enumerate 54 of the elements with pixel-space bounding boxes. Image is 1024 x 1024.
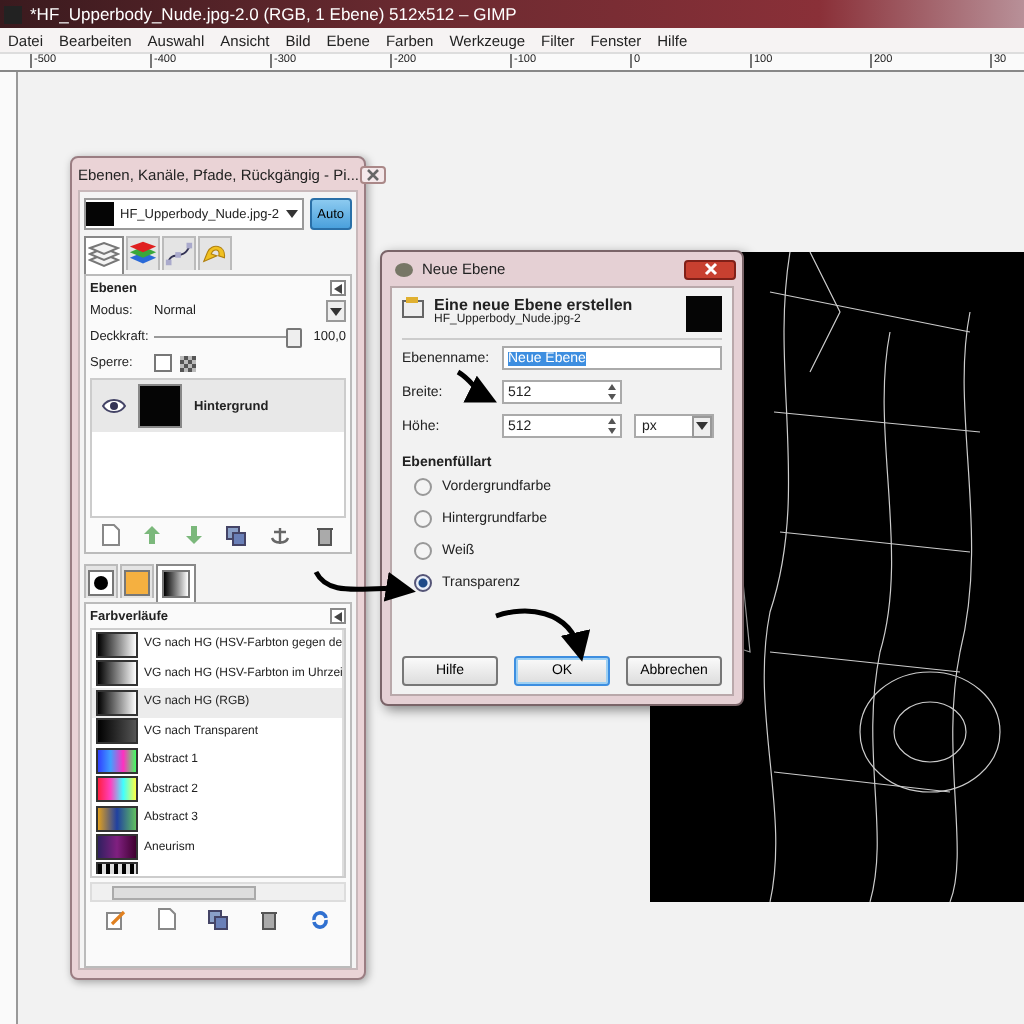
close-icon [365,167,380,181]
triangle-icon [334,283,342,293]
image-thumbnail [86,202,114,226]
panel-menu-button[interactable] [330,280,346,296]
channels-icon [128,240,158,268]
vertical-scrollbar[interactable] [342,630,344,876]
alpha-lock-icon [180,355,196,371]
gradient-icon [162,570,190,598]
annotation-arrow [456,369,497,403]
gradient-swatch [96,805,138,832]
spin-arrows-icon [608,384,616,400]
close-icon [703,262,717,276]
new-layer-icon [402,296,426,318]
caret-icon [285,210,298,218]
trash-icon[interactable] [315,525,334,545]
refresh-icon[interactable] [310,909,330,929]
gradient-swatch [96,834,138,861]
gradient-swatch [96,776,138,803]
horizontal-scrollbar[interactable] [90,882,346,902]
gradient-swatch [96,660,138,687]
layer-thumbnail [138,384,182,428]
new-document-icon[interactable] [158,908,176,930]
caret-icon [696,422,708,430]
window-title: *HF_Upperbody_Nude.jpg-2.0 (RGB, 1 Ebene) 512x512 – GIMP [30,4,517,24]
dock-tab[interactable] [156,564,196,602]
layers-icon [88,242,120,270]
trash-icon[interactable] [260,909,278,929]
gradient-swatch [96,631,138,658]
close-button[interactable] [684,259,736,279]
lock-checkbox[interactable] [154,354,172,372]
brush-dot-icon [88,569,114,595]
caret-icon [330,307,342,315]
app-icon [4,5,22,23]
dialog-heading: Eine neue Ebene erstellen [434,296,635,314]
dock-tab[interactable] [84,564,118,598]
anchor-icon[interactable] [270,525,291,545]
annotation-arrow [495,608,589,662]
duplicate-icon[interactable] [208,909,228,929]
annotation-arrow [313,570,416,603]
undo-icon [200,240,230,268]
gradient-swatch [96,689,138,716]
image-thumbnail [686,296,722,332]
close-button[interactable] [359,165,386,183]
duplicate-icon[interactable] [226,525,247,545]
pattern-swatch-icon [124,569,150,595]
triangle-icon [334,611,342,621]
spin-arrows-icon [608,418,616,434]
panel-menu-button[interactable] [330,608,346,624]
new-document-icon[interactable] [102,524,121,546]
paths-icon [164,240,194,268]
gradient-swatch [96,747,138,774]
eye-icon[interactable] [102,398,126,414]
gradient-swatch [96,718,138,745]
edit-icon[interactable] [106,909,126,929]
